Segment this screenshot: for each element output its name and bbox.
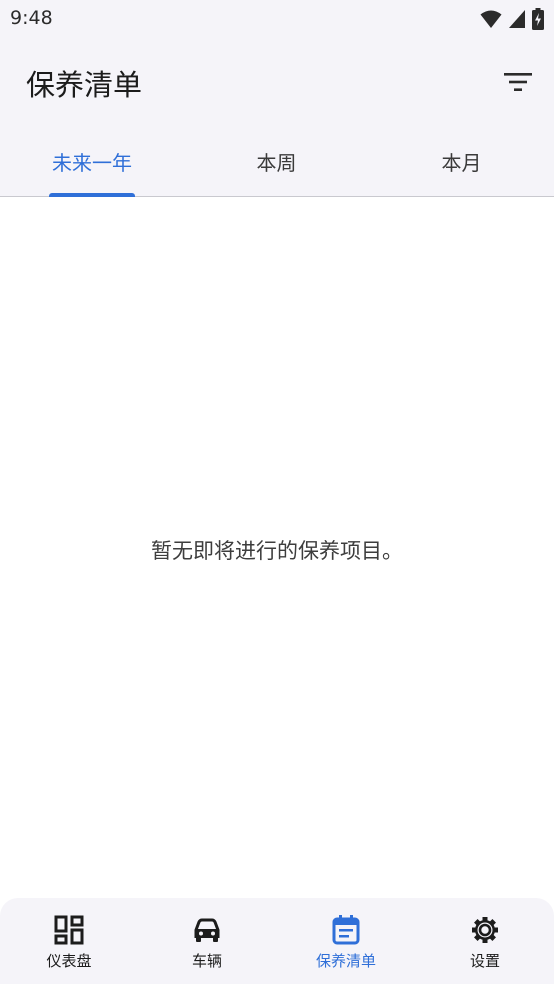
- filter-icon: [504, 73, 532, 91]
- app-bar: 保养清单: [0, 38, 554, 126]
- top-section: 9:48 保养清单 未来一年 本周 本月: [0, 0, 554, 197]
- nav-item-maintenance-list[interactable]: 保养清单: [277, 898, 415, 984]
- nav-label: 保养清单: [315, 952, 376, 970]
- tab-this-week[interactable]: 本周: [184, 126, 369, 196]
- tab-label: 未来一年: [52, 150, 132, 175]
- bottom-navigation: 仪表盘 车辆 保养清单 设置: [0, 898, 554, 984]
- tab-label: 本周: [256, 150, 297, 175]
- empty-state-message: 暂无即将进行的保养项目。: [151, 539, 403, 563]
- gear-icon: [472, 917, 498, 943]
- car-icon: [194, 918, 220, 942]
- status-bar: 9:48: [0, 0, 554, 38]
- page-title: 保养清单: [26, 68, 143, 102]
- wifi-icon: [480, 10, 502, 28]
- battery-charging-icon: [532, 8, 544, 30]
- nav-label: 车辆: [191, 952, 222, 970]
- nav-label: 仪表盘: [46, 952, 92, 970]
- tab-label: 本月: [441, 150, 482, 175]
- filter-button[interactable]: [502, 66, 534, 98]
- dashboard-icon: [54, 915, 84, 945]
- nav-item-settings[interactable]: 设置: [416, 898, 554, 984]
- tab-bar: 未来一年 本周 本月: [0, 126, 554, 197]
- status-icons: [480, 8, 544, 30]
- nav-item-vehicles[interactable]: 车辆: [138, 898, 276, 984]
- calendar-list-icon: [332, 915, 360, 945]
- nav-label: 设置: [469, 952, 500, 970]
- tab-active-indicator: [49, 193, 135, 197]
- status-time: 9:48: [10, 7, 53, 29]
- signal-icon: [509, 10, 525, 28]
- tab-next-year[interactable]: 未来一年: [0, 126, 184, 197]
- tab-this-month[interactable]: 本月: [369, 126, 554, 196]
- nav-item-dashboard[interactable]: 仪表盘: [0, 898, 138, 984]
